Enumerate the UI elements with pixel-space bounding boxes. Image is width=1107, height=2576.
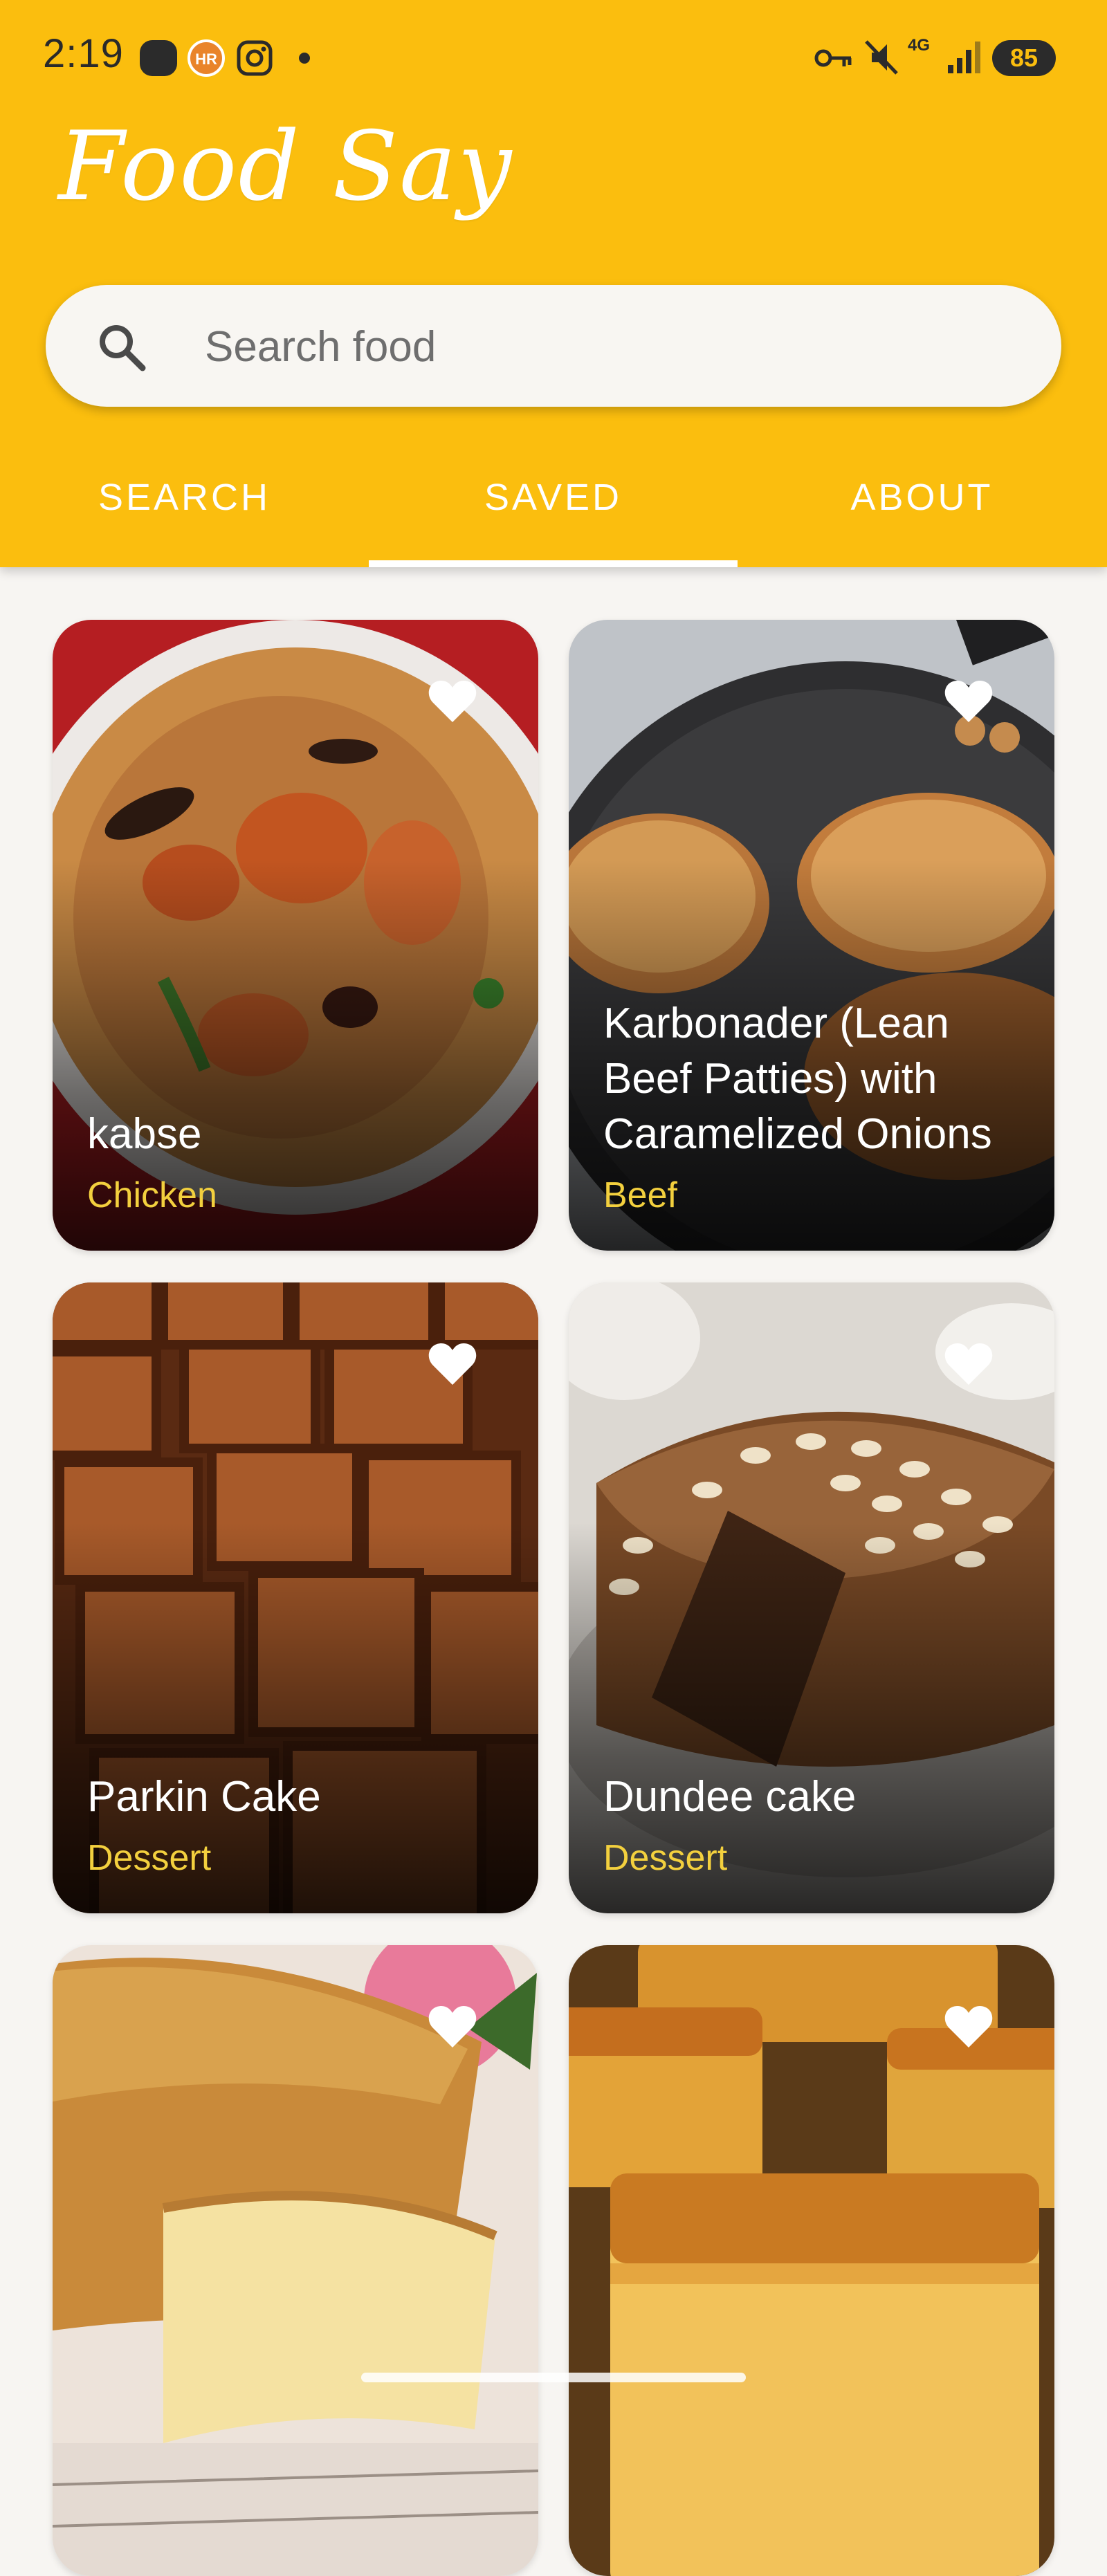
- battery-level: 85: [1009, 44, 1039, 72]
- search-icon[interactable]: [95, 321, 148, 374]
- heart-icon[interactable]: [428, 2005, 477, 2049]
- meal-category: Chicken: [87, 1175, 217, 1215]
- meal-card[interactable]: Dundee cake Dessert: [569, 1282, 1054, 1913]
- hr-badge-icon: HR: [187, 39, 225, 77]
- active-tab-indicator: [369, 560, 738, 567]
- search-bar[interactable]: [46, 285, 1061, 407]
- tab-bar: SEARCH SAVED ABOUT: [0, 457, 1107, 567]
- notification-dot-icon: [299, 53, 310, 64]
- tab-saved[interactable]: SAVED: [369, 457, 738, 567]
- meal-card[interactable]: Karbonader (Lean Beef Patties) with Cara…: [569, 620, 1054, 1251]
- mute-icon: [865, 40, 898, 75]
- tab-about[interactable]: ABOUT: [738, 457, 1106, 567]
- signal-icon: [948, 42, 980, 73]
- network-type-label: 4G: [908, 36, 931, 55]
- heart-icon[interactable]: [944, 1342, 994, 1386]
- meal-card[interactable]: kabse Chicken: [53, 620, 538, 1251]
- tab-saved-label: SAVED: [484, 477, 623, 518]
- meal-card[interactable]: [569, 1945, 1054, 2576]
- instagram-icon: [237, 40, 273, 76]
- vpn-key-icon: [814, 49, 852, 67]
- meal-name: Parkin Cake: [87, 1773, 321, 1821]
- svg-text:HR: HR: [195, 50, 217, 68]
- meal-category: Dessert: [603, 1838, 728, 1878]
- meal-category: Beef: [603, 1175, 677, 1215]
- meal-name: Dundee cake: [603, 1773, 857, 1821]
- tab-search[interactable]: SEARCH: [0, 457, 369, 567]
- heart-icon[interactable]: [428, 1342, 477, 1386]
- meal-category: Dessert: [87, 1838, 212, 1878]
- search-input[interactable]: [203, 310, 1009, 383]
- meal-card[interactable]: Parkin Cake Dessert: [53, 1282, 538, 1913]
- status-bar: 2:19 HR 4G 85: [0, 0, 1107, 118]
- meal-name: kabse: [87, 1110, 202, 1158]
- heart-icon[interactable]: [428, 679, 477, 724]
- heart-icon[interactable]: [944, 2005, 994, 2049]
- meal-card[interactable]: [53, 1945, 538, 2576]
- heart-icon[interactable]: [944, 679, 994, 724]
- tab-about-label: ABOUT: [850, 477, 994, 518]
- meal-name: Karbonader (Lean Beef Patties) with Cara…: [603, 1000, 992, 1158]
- app-header: 2:19 HR 4G 85 Food Say Search food SEARC…: [0, 0, 1107, 567]
- battery-icon: 85: [992, 40, 1056, 76]
- home-indicator[interactable]: [361, 2373, 746, 2382]
- app-icon: [140, 40, 177, 76]
- tab-search-label: SEARCH: [98, 477, 271, 518]
- app-logo: Food Say: [58, 111, 513, 222]
- status-time: 2:19: [43, 31, 124, 76]
